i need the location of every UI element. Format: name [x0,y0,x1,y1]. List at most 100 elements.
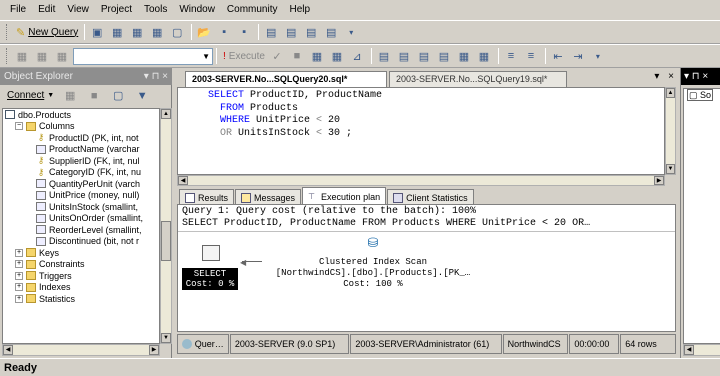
toolbar-options-icon[interactable]: ▾ [342,23,360,41]
display-estimated-plan-icon[interactable]: ▦ [308,47,326,65]
tab-client-statistics[interactable]: Client Statistics [387,189,474,205]
properties-window-icon[interactable]: ▤ [322,23,340,41]
scroll-left-icon[interactable]: ◀ [178,176,188,185]
decrease-indent-icon[interactable]: ⇤ [549,47,567,65]
disconnect-icon[interactable]: ▦ [61,87,79,105]
scroll-thumb[interactable] [161,221,171,261]
tab-sqlquery20[interactable]: 2003-SERVER.No...SQLQuery20.sql* [185,71,387,87]
intellisense-icon[interactable]: ⊿ [348,47,366,65]
change-connection-icon[interactable]: ▦ [53,47,71,65]
parse-icon[interactable]: ✓ [268,47,286,65]
collapse-icon[interactable]: − [15,122,23,131]
registered-servers-icon[interactable]: ▤ [262,23,280,41]
tree-vertical-scrollbar[interactable]: ▲ ▼ [160,108,172,344]
scroll-down-icon[interactable]: ▼ [666,164,675,174]
tree-node[interactable]: − Columns [3,121,159,133]
menu-edit[interactable]: Edit [32,0,61,20]
tree-node[interactable]: QuantityPerUnit (varch [3,178,159,190]
comment-out-icon[interactable]: ≡ [502,47,520,65]
menu-file[interactable]: File [4,0,32,20]
solution-item[interactable]: ▢ So [687,89,714,101]
analysis-services-xmla-icon[interactable]: ▦ [148,23,166,41]
expand-icon[interactable]: + [15,271,23,280]
solution-horizontal-scrollbar[interactable]: ◀ [683,344,720,356]
object-explorer-icon[interactable]: ▤ [282,23,300,41]
tree-node[interactable]: ⚷ CategoryID (FK, int, nu [3,167,159,179]
analysis-services-dmx-icon[interactable]: ▦ [128,23,146,41]
expand-icon[interactable]: + [15,294,23,303]
tree-node[interactable]: ProductName (varchar [3,144,159,156]
menu-tools[interactable]: Tools [138,0,173,20]
stop-icon[interactable]: ■ [85,87,103,105]
cancel-execution-icon[interactable]: ■ [288,47,306,65]
tree-node[interactable]: ⚷ SupplierID (FK, int, nul [3,155,159,167]
menu-community[interactable]: Community [221,0,284,20]
query-editor[interactable]: SELECT ProductID, ProductName FROM Produ… [177,87,665,175]
scroll-left-icon[interactable]: ◀ [684,345,694,355]
tree-node[interactable]: + Statistics [3,293,159,305]
save-all-icon[interactable]: ▪ [235,23,253,41]
editor-horizontal-scrollbar[interactable]: ◀ ▶ [177,175,665,186]
tree-node[interactable]: + Keys [3,247,159,259]
toolbar-grip[interactable] [6,24,9,40]
scroll-down-icon[interactable]: ▼ [161,333,171,343]
tree-node[interactable]: dbo.Products [3,109,159,121]
analysis-services-mdx-icon[interactable]: ▦ [108,23,126,41]
filter-icon[interactable]: ▼ [133,87,151,105]
menu-view[interactable]: View [61,0,95,20]
query-options-icon[interactable]: ▦ [328,47,346,65]
close-document-icon[interactable]: × [668,71,674,82]
tab-messages[interactable]: Messages [235,189,302,205]
clustered-index-scan-node[interactable]: ⛁ Clustered Index Scan [NorthwindCS].[db… [258,235,488,290]
pin-icon[interactable]: ⊓ [152,71,160,82]
open-file-icon[interactable]: 📂 [195,23,213,41]
toolbar-grip[interactable] [6,48,9,64]
connect-icon[interactable]: ▦ [13,47,31,65]
tree-node[interactable]: + Triggers [3,270,159,282]
save-icon[interactable]: ▪ [215,23,233,41]
editor-vertical-scrollbar[interactable]: ▲ ▼ [665,87,676,175]
close-icon[interactable]: × [162,71,168,82]
disconnect-icon[interactable]: ▦ [33,47,51,65]
results-to-file-icon[interactable]: ▦ [475,47,493,65]
analyze-query-icon[interactable]: ▤ [375,47,393,65]
menu-help[interactable]: Help [284,0,317,20]
toolbar-options-icon[interactable]: ▾ [589,47,607,65]
connect-dropdown-button[interactable]: Connect ▼ [4,87,57,105]
tab-sqlquery19[interactable]: 2003-SERVER.No...SQLQuery19.sql* [389,71,567,87]
database-select[interactable]: ▼ [73,47,213,65]
tree-node[interactable]: ⚷ ProductID (PK, int, not [3,132,159,144]
new-query-button[interactable]: ✎ New Query [13,23,81,41]
template-explorer-icon[interactable]: ▤ [302,23,320,41]
results-to-text-icon[interactable]: ▤ [435,47,453,65]
tree-node[interactable]: UnitsOnOrder (smallint, [3,213,159,225]
tree-node[interactable]: UnitPrice (money, null) [3,190,159,202]
tab-execution-plan[interactable]: ⊤ Execution plan [302,187,387,205]
execute-button[interactable]: ! Execute [220,47,268,65]
uncomment-icon[interactable]: ≡ [522,47,540,65]
scroll-right-icon[interactable]: ▶ [654,176,664,185]
scroll-right-icon[interactable]: ▶ [149,345,159,355]
scroll-up-icon[interactable]: ▲ [666,88,675,98]
tree-node[interactable]: Discontinued (bit, not r [3,236,159,248]
tree-node[interactable]: ReorderLevel (smallint, [3,224,159,236]
scroll-left-icon[interactable]: ◀ [3,345,13,355]
menu-project[interactable]: Project [95,0,138,20]
expand-icon[interactable]: + [15,248,23,257]
sql-mobile-query-icon[interactable]: ▢ [168,23,186,41]
scroll-up-icon[interactable]: ▲ [161,109,171,119]
select-operator-node[interactable]: SELECT Cost: 0 % [182,245,240,290]
window-position-icon[interactable]: ▾ [144,71,149,82]
tree-node[interactable]: UnitsInStock (smallint, [3,201,159,213]
expand-icon[interactable]: + [15,283,23,292]
include-actual-plan-icon[interactable]: ▤ [395,47,413,65]
tree-node[interactable]: + Indexes [3,282,159,294]
include-client-stats-icon[interactable]: ▤ [415,47,433,65]
tree-horizontal-scrollbar[interactable]: ◀ ▶ [2,344,160,356]
increase-indent-icon[interactable]: ⇥ [569,47,587,65]
database-engine-query-icon[interactable]: ▣ [88,23,106,41]
tab-results[interactable]: Results [179,189,235,205]
expand-icon[interactable]: + [15,260,23,269]
menu-window[interactable]: Window [173,0,221,20]
tree-node[interactable]: + Constraints [3,259,159,271]
